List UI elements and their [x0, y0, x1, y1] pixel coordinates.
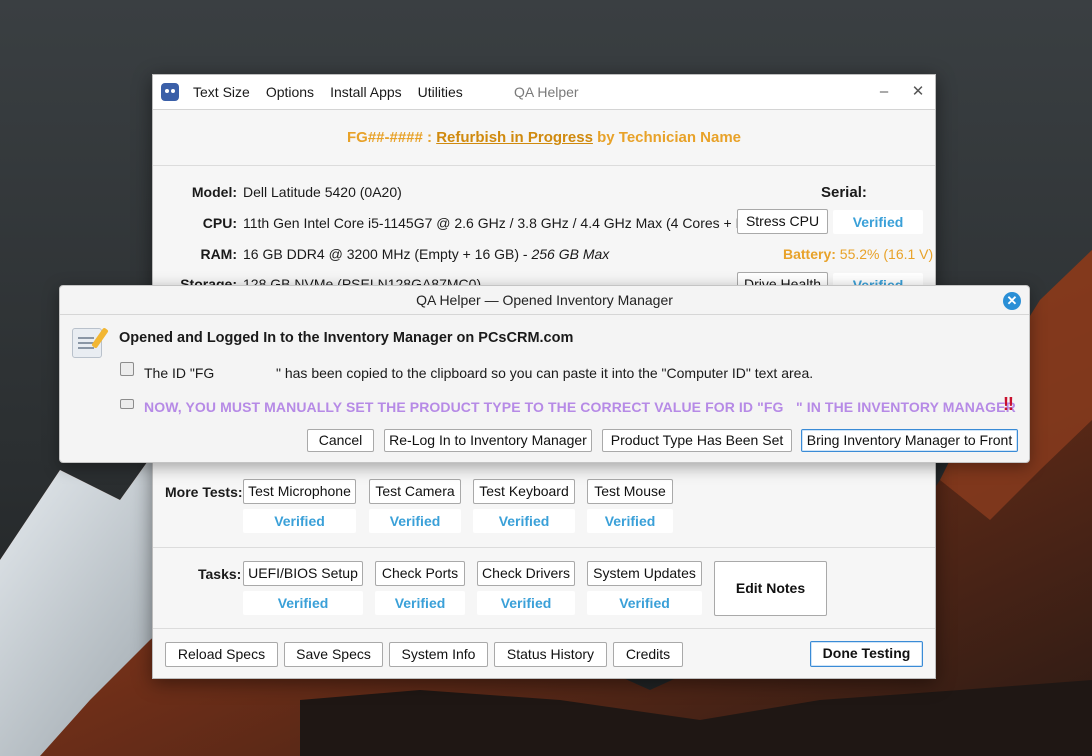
- bring-inventory-front-button[interactable]: Bring Inventory Manager to Front: [801, 429, 1018, 452]
- headline-by: by: [592, 129, 619, 146]
- ram-label: RAM:: [200, 246, 237, 262]
- technician-name: Technician Name: [618, 129, 742, 146]
- minimize-button[interactable]: –: [874, 82, 894, 102]
- credits-button[interactable]: Credits: [613, 642, 683, 667]
- ram-max: 256 GB Max: [531, 246, 610, 262]
- keyboard-status-badge: Verified: [473, 509, 575, 533]
- stress-cpu-button[interactable]: Stress CPU: [737, 209, 828, 234]
- test-keyboard-button[interactable]: Test Keyboard: [473, 479, 575, 504]
- serial-label: Serial:: [821, 184, 867, 201]
- status-link[interactable]: Refurbish in Progress: [436, 129, 593, 146]
- headline-separator: :: [422, 129, 437, 146]
- model-label: Model:: [191, 184, 237, 200]
- keyboard-icon: [120, 399, 134, 409]
- double-exclamation-icon: ‼: [1003, 394, 1014, 414]
- relog-inventory-button[interactable]: Re-Log In to Inventory Manager: [384, 429, 592, 452]
- robot-icon: [161, 83, 179, 101]
- reload-specs-button[interactable]: Reload Specs: [165, 642, 278, 667]
- tasks-label: Tasks:: [198, 566, 242, 582]
- bios-status-badge: Verified: [243, 591, 363, 615]
- product-type-set-button[interactable]: Product Type Has Been Set: [602, 429, 792, 452]
- updates-status-badge: Verified: [587, 591, 702, 615]
- title-bar: Text Size Options Install Apps Utilities…: [153, 75, 935, 110]
- ports-status-badge: Verified: [375, 591, 465, 615]
- divider: [153, 547, 935, 548]
- menu-text-size[interactable]: Text Size: [193, 84, 250, 100]
- window-title: QA Helper: [514, 84, 579, 100]
- battery-value: 55.2% (16.1 V): [839, 246, 934, 262]
- mouse-status-badge: Verified: [587, 509, 673, 533]
- microphone-status-badge: Verified: [243, 509, 356, 533]
- ram-value: 16 GB DDR4 @ 3200 MHz (Empty + 16 GB) -: [243, 246, 532, 262]
- status-headline: FG##-#### : Refurbish in Progress by Tec…: [153, 110, 935, 166]
- model-value: Dell Latitude 5420 (0A20): [243, 184, 402, 200]
- warning-text-b: " IN THE INVENTORY MANAGER: [796, 399, 1016, 415]
- save-specs-button[interactable]: Save Specs: [284, 642, 383, 667]
- edit-notes-button[interactable]: Edit Notes: [714, 561, 827, 616]
- camera-status-badge: Verified: [369, 509, 461, 533]
- dialog-heading: Opened and Logged In to the Inventory Ma…: [119, 330, 574, 346]
- divider: [153, 628, 935, 629]
- test-mouse-button[interactable]: Test Mouse: [587, 479, 673, 504]
- dialog-close-icon[interactable]: ✕: [1003, 292, 1021, 310]
- clipboard-text-a: The ID "FG: [144, 365, 215, 381]
- menu-install-apps[interactable]: Install Apps: [330, 84, 402, 100]
- cpu-value: 11th Gen Intel Core i5-1145G7 @ 2.6 GHz …: [243, 215, 759, 231]
- cpu-label: CPU:: [202, 215, 237, 231]
- system-updates-button[interactable]: System Updates: [587, 561, 702, 586]
- clipboard-icon: [120, 362, 134, 376]
- close-button[interactable]: ✕: [908, 82, 928, 102]
- check-ports-button[interactable]: Check Ports: [375, 561, 465, 586]
- cancel-button[interactable]: Cancel: [307, 429, 374, 452]
- computer-id-mask: ##-####: [367, 129, 423, 146]
- uefi-bios-setup-button[interactable]: UEFI/BIOS Setup: [243, 561, 363, 586]
- test-camera-button[interactable]: Test Camera: [369, 479, 461, 504]
- menu-utilities[interactable]: Utilities: [418, 84, 463, 100]
- inventory-manager-dialog: QA Helper — Opened Inventory Manager ✕ O…: [59, 285, 1030, 463]
- notepad-icon: [72, 328, 102, 358]
- system-info-button[interactable]: System Info: [389, 642, 488, 667]
- cpu-status-badge: Verified: [833, 210, 923, 234]
- battery-label: Battery:: [783, 246, 836, 262]
- dialog-title: QA Helper — Opened Inventory Manager: [60, 286, 1029, 315]
- clipboard-text-b: " has been copied to the clipboard so yo…: [276, 365, 814, 381]
- status-history-button[interactable]: Status History: [494, 642, 607, 667]
- menu-options[interactable]: Options: [266, 84, 314, 100]
- warning-text-a: NOW, YOU MUST MANUALLY SET THE PRODUCT T…: [144, 399, 784, 415]
- more-tests-label: More Tests:: [165, 484, 243, 500]
- check-drivers-button[interactable]: Check Drivers: [477, 561, 575, 586]
- done-testing-button[interactable]: Done Testing: [810, 641, 923, 667]
- test-microphone-button[interactable]: Test Microphone: [243, 479, 356, 504]
- drivers-status-badge: Verified: [477, 591, 575, 615]
- computer-id-prefix: FG: [346, 129, 368, 146]
